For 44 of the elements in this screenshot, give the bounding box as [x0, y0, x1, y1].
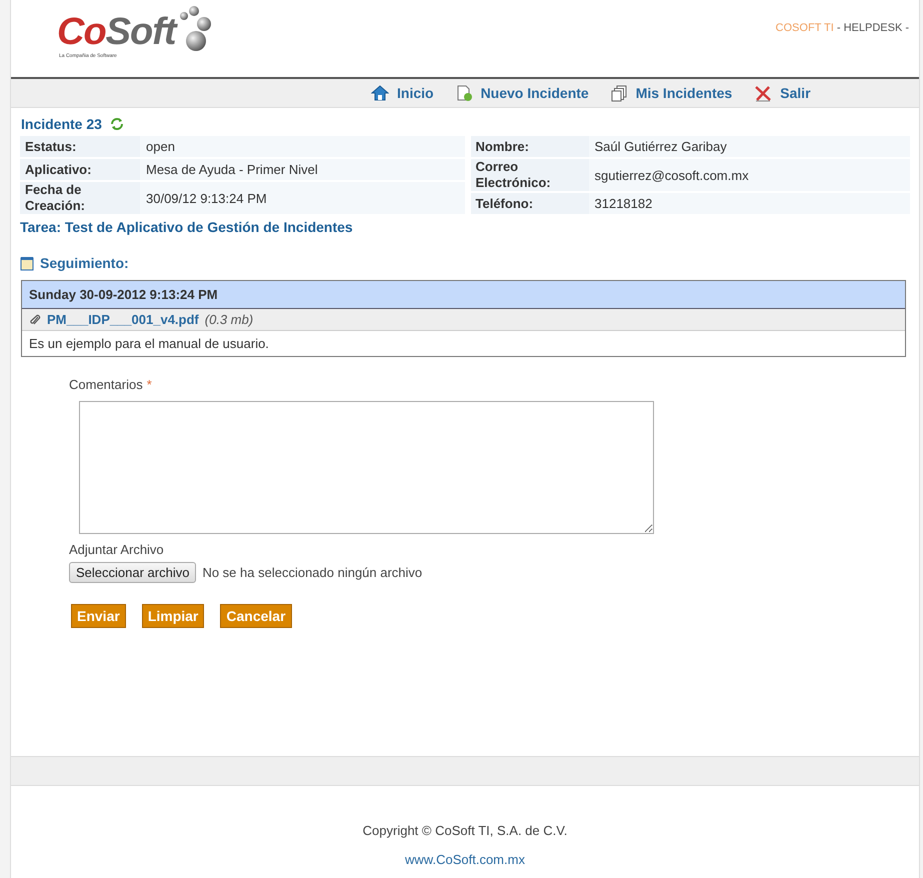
field-value: open [145, 139, 176, 154]
field-value: Mesa de Ayuda - Primer Nivel [145, 162, 319, 177]
comments-label: Comentarios [69, 377, 143, 392]
task-title: Tarea: Test de Aplicativo de Gestión de Incidentes [20, 219, 354, 235]
action-button[interactable]: Enviar [71, 604, 126, 628]
section-title: Seguimiento: [40, 255, 129, 271]
product-name: - HELPDESK - [836, 22, 909, 34]
field-value: 31218182 [594, 196, 654, 211]
file-size: (0.3 mb) [204, 312, 254, 327]
nav-link[interactable]: Salir [754, 84, 811, 102]
nav-link[interactable]: Mis Incidentes [610, 84, 732, 102]
logo-text: CoSoft [57, 12, 176, 52]
copyright-text: Copyright © CoSoft TI, S.A. de C.V. [362, 823, 568, 838]
field-label: Nombre: [470, 136, 588, 157]
choose-file-button[interactable]: Seleccionar archivo [69, 562, 196, 583]
field-label: Aplicativo: [20, 159, 140, 180]
website-link[interactable]: www.CoSoft.com.mx [405, 852, 525, 867]
company-name: COSOFT TI [776, 22, 834, 34]
paperclip-icon [29, 314, 41, 326]
field-value: Saúl Gutiérrez Garibay [594, 139, 728, 154]
attachment-link[interactable]: PM___IDP___001_v4.pdf [47, 312, 199, 327]
document-add-icon [456, 84, 473, 102]
field-label: Correo Electrónico: [470, 159, 588, 191]
cross-icon [754, 84, 772, 102]
nav-link[interactable]: Nuevo Incidente [456, 84, 589, 102]
notepad-icon [20, 256, 34, 270]
refresh-icon[interactable] [110, 117, 124, 131]
documents-icon [610, 84, 628, 102]
field-label: Estatus: [20, 136, 140, 157]
field-value: sgutierrez@cosoft.com.mx [594, 168, 750, 182]
followup-message: Es un ejemplo para el manual de usuario. [28, 335, 270, 353]
incident-title: Incidente 23 [21, 116, 102, 132]
file-status: No se ha seleccionado ningún archivo [202, 565, 422, 580]
field-label: Fecha de Creación: [20, 182, 140, 214]
action-button[interactable]: Limpiar [142, 604, 204, 628]
comments-field[interactable] [79, 401, 654, 534]
field-label: Teléfono: [470, 193, 588, 214]
field-value: 30/09/12 9:13:24 PM [145, 190, 268, 206]
followup-date: Sunday 30-09-2012 9:13:24 PM [22, 281, 905, 309]
nav-link[interactable]: Inicio [371, 85, 434, 101]
attach-label: Adjuntar Archivo [69, 542, 165, 557]
home-icon [371, 85, 389, 101]
required-mark: * [146, 377, 152, 392]
action-button[interactable]: Cancelar [220, 604, 292, 628]
